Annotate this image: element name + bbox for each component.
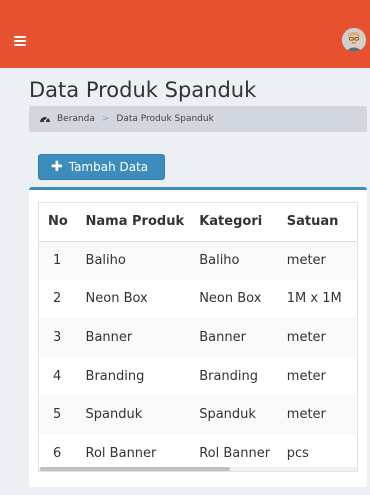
cell-satuan: meter (286, 253, 326, 269)
cell-satuan: 1M x 1M (286, 291, 342, 307)
cell-satuan: meter (286, 407, 326, 423)
column-header-kategori[interactable]: Kategori (190, 203, 278, 242)
table-row[interactable]: 1 Baliho Baliho meter (39, 241, 357, 280)
cell-nama-produk: Branding (85, 368, 145, 384)
horizontal-scrollbar[interactable] (39, 467, 357, 471)
cell-nama-produk: Banner (85, 329, 133, 345)
table-row[interactable]: 2 Neon Box Neon Box 1M x 1M (39, 279, 357, 319)
table-header-row: No Nama Produk Kategori Satuan (39, 203, 357, 242)
cell-no: 5 (53, 407, 62, 423)
cell-kategori: Banner (199, 329, 246, 345)
cell-kategori: Branding (199, 368, 259, 384)
table-row[interactable]: 4 Branding Branding meter (39, 356, 357, 396)
column-header-satuan[interactable]: Satuan (277, 203, 357, 242)
cell-no: 3 (53, 329, 62, 345)
breadcrumb-home-link[interactable]: Beranda (57, 114, 95, 124)
cell-satuan: meter (286, 368, 326, 384)
user-avatar-icon[interactable] (342, 28, 366, 52)
column-header-no[interactable]: No (39, 203, 77, 242)
table-scroll-container[interactable]: No Nama Produk Kategori Satuan 1 Baliho … (38, 202, 358, 472)
cell-nama-produk: Baliho (85, 253, 126, 269)
cell-no: 2 (53, 291, 62, 307)
table-row[interactable]: 3 Banner Banner meter (39, 318, 357, 357)
top-navbar (0, 0, 370, 68)
cell-nama-produk: Spanduk (85, 407, 143, 423)
hamburger-icon[interactable] (14, 36, 26, 46)
cell-no: 1 (53, 253, 62, 269)
product-table: No Nama Produk Kategori Satuan 1 Baliho … (39, 203, 357, 471)
dashboard-icon (39, 113, 51, 125)
breadcrumb: Beranda > Data Produk Spanduk (29, 106, 367, 132)
add-data-button[interactable]: ✚ Tambah Data (38, 154, 165, 180)
cell-kategori: Neon Box (199, 291, 262, 307)
breadcrumb-current: Data Produk Spanduk (116, 114, 214, 124)
cell-nama-produk: Neon Box (85, 291, 148, 307)
scrollbar-thumb[interactable] (40, 467, 230, 471)
cell-no: 4 (53, 368, 62, 384)
cell-kategori: Baliho (199, 253, 240, 269)
product-table-box: No Nama Produk Kategori Satuan 1 Baliho … (29, 187, 367, 487)
column-header-nama-produk[interactable]: Nama Produk (76, 203, 191, 242)
cell-kategori: Spanduk (199, 407, 256, 423)
plus-icon: ✚ (51, 159, 63, 175)
table-row[interactable]: 5 Spanduk Spanduk meter (39, 395, 357, 434)
page-title: Data Produk Spanduk (29, 78, 257, 102)
add-data-label: Tambah Data (68, 160, 149, 174)
breadcrumb-separator: > (101, 114, 110, 124)
cell-satuan: meter (286, 329, 326, 345)
